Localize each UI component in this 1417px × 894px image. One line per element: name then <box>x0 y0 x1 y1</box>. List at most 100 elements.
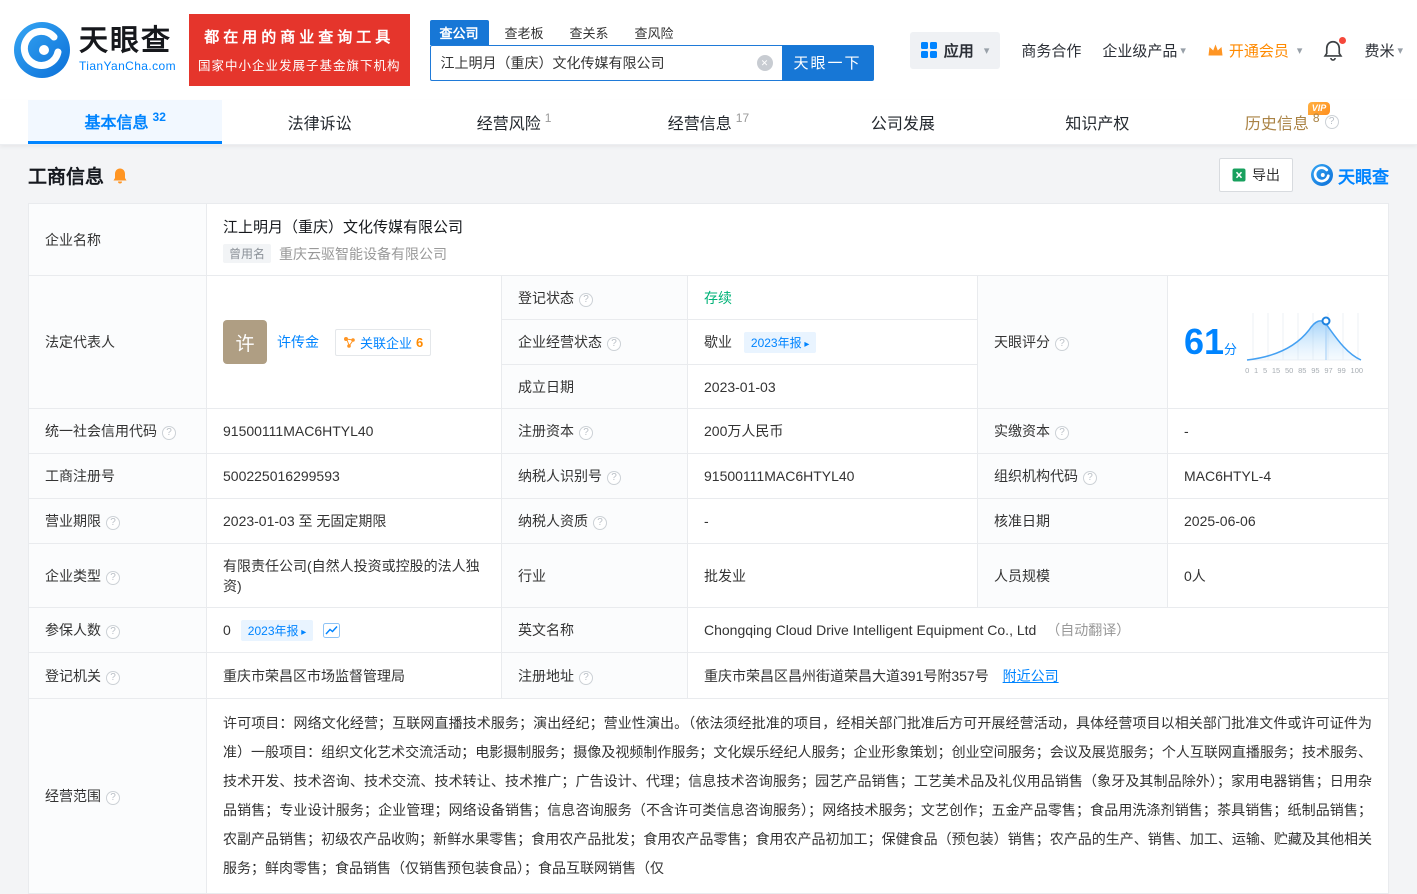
help-icon[interactable] <box>106 791 120 805</box>
help-icon[interactable] <box>579 671 593 685</box>
apps-grid-icon <box>921 42 937 58</box>
insured-label: 参保人数 <box>29 608 207 653</box>
search-tab-boss[interactable]: 查老板 <box>495 20 554 45</box>
related-companies-link[interactable]: 关联企业 6 <box>335 329 431 356</box>
tab-legal-proceedings[interactable]: 法律诉讼 <box>222 100 416 144</box>
business-cooperation-link[interactable]: 商务合作 <box>1021 40 1081 61</box>
reg-number-label: 工商注册号 <box>29 454 207 499</box>
apps-menu[interactable]: 应用 <box>910 32 1001 69</box>
user-menu[interactable]: 费米 <box>1364 40 1403 61</box>
help-icon[interactable] <box>1055 426 1069 440</box>
table-row: 企业类型 有限责任公司(自然人投资或控股的法人独资) 行业 批发业 人员规模 0… <box>29 544 1389 608</box>
notification-bell-icon[interactable] <box>1323 39 1343 62</box>
table-row: 企业名称 江上明月（重庆）文化传媒有限公司 曾用名 重庆云驱智能设备有限公司 <box>29 204 1389 276</box>
search-tab-relation[interactable]: 查关系 <box>560 20 619 45</box>
help-icon[interactable] <box>607 337 621 351</box>
help-icon[interactable] <box>1083 471 1097 485</box>
legal-rep-avatar[interactable]: 许 <box>223 320 267 364</box>
reg-capital-value: 200万人民币 <box>688 409 978 454</box>
vip-label: 开通会员 <box>1229 40 1289 61</box>
reg-number-value: 500225016299593 <box>207 454 502 499</box>
help-icon[interactable] <box>1055 337 1069 351</box>
help-icon[interactable] <box>579 293 593 307</box>
company-name: 江上明月（重庆）文化传媒有限公司 <box>223 216 1372 237</box>
field-label-text: 企业经营状态 <box>518 334 602 350</box>
tab-business-risk[interactable]: 经营风险 1 <box>417 100 611 144</box>
trend-chart-icon[interactable] <box>323 623 340 638</box>
annual-report-badge[interactable]: 2023年报 <box>241 620 314 641</box>
table-row: 登记机关 重庆市荣昌区市场监督管理局 注册地址 重庆市荣昌区昌州街道荣昌大道39… <box>29 653 1389 699</box>
operating-status-value: 歇业 <box>704 334 732 350</box>
taxpayer-quality-value: - <box>688 499 978 544</box>
tab-history-info[interactable]: VIP 历史信息 8 <box>1195 100 1389 144</box>
help-icon[interactable] <box>593 516 607 530</box>
tab-intellectual-property[interactable]: 知识产权 <box>1000 100 1194 144</box>
legal-rep-name-link[interactable]: 许传金 <box>277 332 319 352</box>
brand-domain: TianYanCha.com <box>79 59 176 73</box>
help-icon[interactable] <box>607 471 621 485</box>
user-name: 费米 <box>1364 40 1394 61</box>
company-name-label: 企业名称 <box>29 204 207 276</box>
score-cell: 61分 <box>1168 276 1389 409</box>
field-label-text: 营业期限 <box>45 513 101 529</box>
staff-size-value: 0人 <box>1168 544 1389 608</box>
company-type-label: 企业类型 <box>29 544 207 608</box>
table-row: 营业期限 2023-01-03 至 无固定期限 纳税人资质 - 核准日期 202… <box>29 499 1389 544</box>
search-tabs: 查公司 查老板 查关系 查风险 <box>430 20 874 45</box>
help-icon[interactable] <box>162 426 176 440</box>
search-tab-risk[interactable]: 查风险 <box>625 20 684 45</box>
chevron-down-icon <box>984 44 990 57</box>
tianyancha-logo[interactable]: 天眼查 TianYanCha.com <box>14 22 176 78</box>
nearby-companies-link[interactable]: 附近公司 <box>1003 668 1059 684</box>
help-icon[interactable] <box>106 671 120 685</box>
slogan-line1: 都在用的商业查询工具 <box>198 26 401 47</box>
tab-label: 法律诉讼 <box>288 110 352 134</box>
field-label-text: 统一社会信用代码 <box>45 423 157 439</box>
tab-basic-info[interactable]: 基本信息 32 <box>28 100 222 144</box>
score-number: 61 <box>1184 321 1224 362</box>
reg-capital-label: 注册资本 <box>502 409 688 454</box>
export-button[interactable]: 导出 <box>1219 158 1293 192</box>
industry-label: 行业 <box>502 544 688 608</box>
credit-code-label: 统一社会信用代码 <box>29 409 207 454</box>
table-row: 经营范围 许可项目：网络文化经营；互联网直播技术服务；演出经纪；营业性演出。（依… <box>29 699 1389 894</box>
help-icon[interactable] <box>106 571 120 585</box>
table-row: 统一社会信用代码 91500111MAC6HTYL40 注册资本 200万人民币… <box>29 409 1389 454</box>
reg-status-label: 登记状态 <box>502 276 688 320</box>
company-type-value: 有限责任公司(自然人投资或控股的法人独资) <box>207 544 502 608</box>
tianyancha-watermark-text: 天眼查 <box>1338 163 1389 188</box>
annual-report-badge[interactable]: 2023年报 <box>744 332 817 353</box>
tianyancha-watermark-icon <box>1311 164 1333 186</box>
field-label-text: 参保人数 <box>45 622 101 638</box>
search-tab-company[interactable]: 查公司 <box>430 20 489 45</box>
export-label: 导出 <box>1252 165 1280 185</box>
tab-label: 基本信息 <box>85 109 149 133</box>
enterprise-products-label: 企业级产品 <box>1102 40 1177 61</box>
search-input[interactable] <box>430 45 782 81</box>
help-icon[interactable] <box>106 516 120 530</box>
subscribe-bell-icon[interactable] <box>112 167 128 184</box>
brand-name: 天眼查 <box>79 27 176 56</box>
former-name-badge: 曾用名 <box>223 244 271 263</box>
tab-count: 8 <box>1313 111 1320 125</box>
help-icon[interactable] <box>1325 115 1339 129</box>
paid-capital-label: 实缴资本 <box>978 409 1168 454</box>
slogan-banner: 都在用的商业查询工具 国家中小企业发展子基金旗下机构 <box>189 14 410 86</box>
enterprise-products-menu[interactable]: 企业级产品 <box>1102 40 1186 61</box>
credit-code-value: 91500111MAC6HTYL40 <box>207 409 502 454</box>
field-label-text: 注册资本 <box>518 423 574 439</box>
approval-date-label: 核准日期 <box>978 499 1168 544</box>
tab-business-info[interactable]: 经营信息 17 <box>611 100 805 144</box>
table-row: 法定代表人 许 许传金 关联企业 6 登记状态 <box>29 276 1389 320</box>
help-icon[interactable] <box>106 625 120 639</box>
search-button[interactable]: 天眼一下 <box>782 45 874 81</box>
chevron-down-icon <box>1297 44 1303 57</box>
tab-company-development[interactable]: 公司发展 <box>806 100 1000 144</box>
table-row: 参保人数 0 2023年报 英文名称 Chongqing Cloud Drive… <box>29 608 1389 653</box>
vip-upgrade-link[interactable]: 开通会员 <box>1207 40 1303 61</box>
help-icon[interactable] <box>579 426 593 440</box>
clear-input-icon[interactable] <box>757 55 773 71</box>
business-term-value: 2023-01-03 至 无固定期限 <box>207 499 502 544</box>
operating-status-label: 企业经营状态 <box>502 320 688 365</box>
legal-rep-label: 法定代表人 <box>29 276 207 409</box>
